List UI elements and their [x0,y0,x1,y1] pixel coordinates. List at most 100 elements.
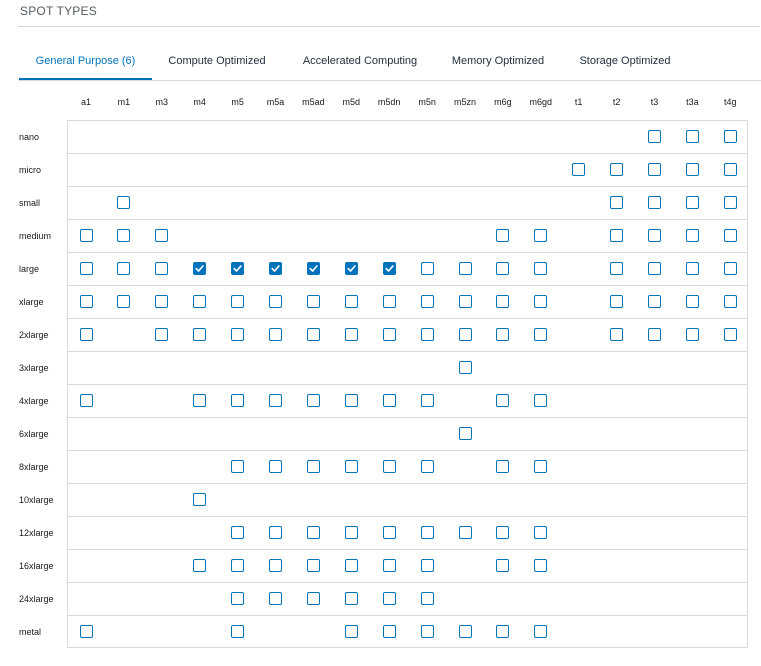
checkbox-m3-medium[interactable] [155,229,168,242]
checkbox-t3-2xlarge[interactable] [648,328,661,341]
checkbox-m5-2xlarge[interactable] [231,328,244,341]
checkbox-m5-24xlarge[interactable] [231,592,244,605]
checkbox-t3a-micro[interactable] [686,163,699,176]
checkbox-m5ad-16xlarge[interactable] [307,559,320,572]
checkbox-m5zn-3xlarge[interactable] [459,361,472,374]
checkbox-t3a-xlarge[interactable] [686,295,699,308]
checkbox-m5ad-xlarge[interactable] [307,295,320,308]
checkbox-m5-12xlarge[interactable] [231,526,244,539]
checkbox-m5n-8xlarge[interactable] [421,460,434,473]
checkbox-m5zn-large[interactable] [459,262,472,275]
checkbox-t4g-nano[interactable] [724,130,737,143]
checkbox-m5ad-12xlarge[interactable] [307,526,320,539]
checkbox-m6g-medium[interactable] [496,229,509,242]
checkbox-t4g-large[interactable] [724,262,737,275]
checkbox-m5d-16xlarge[interactable] [345,559,358,572]
checkbox-m5dn-16xlarge[interactable] [383,559,396,572]
checkbox-t3-nano[interactable] [648,130,661,143]
checkbox-m6gd-metal[interactable] [534,625,547,638]
checkbox-m5n-large[interactable] [421,262,434,275]
checkbox-m6gd-4xlarge[interactable] [534,394,547,407]
checkbox-m5d-2xlarge[interactable] [345,328,358,341]
checkbox-m4-10xlarge[interactable] [193,493,206,506]
checkbox-m5a-xlarge[interactable] [269,295,282,308]
checkbox-m5a-4xlarge[interactable] [269,394,282,407]
checkbox-m6gd-2xlarge[interactable] [534,328,547,341]
checkbox-m6g-xlarge[interactable] [496,295,509,308]
checkbox-m6gd-8xlarge[interactable] [534,460,547,473]
checkbox-t4g-medium[interactable] [724,229,737,242]
checkbox-m1-small[interactable] [117,196,130,209]
checkbox-m5dn-large[interactable] [383,262,396,275]
checkbox-m5a-24xlarge[interactable] [269,592,282,605]
checkbox-m5d-large[interactable] [345,262,358,275]
checkbox-m6g-4xlarge[interactable] [496,394,509,407]
checkbox-t2-2xlarge[interactable] [610,328,623,341]
checkbox-m5ad-large[interactable] [307,262,320,275]
checkbox-m5-4xlarge[interactable] [231,394,244,407]
checkbox-m6gd-medium[interactable] [534,229,547,242]
checkbox-m5d-4xlarge[interactable] [345,394,358,407]
checkbox-m5zn-2xlarge[interactable] [459,328,472,341]
checkbox-m5a-large[interactable] [269,262,282,275]
checkbox-m5n-metal[interactable] [421,625,434,638]
checkbox-m4-4xlarge[interactable] [193,394,206,407]
checkbox-m5dn-metal[interactable] [383,625,396,638]
checkbox-t3a-nano[interactable] [686,130,699,143]
checkbox-t4g-2xlarge[interactable] [724,328,737,341]
checkbox-m5dn-12xlarge[interactable] [383,526,396,539]
tab-memory-optimized[interactable]: Memory Optimized [444,48,552,79]
checkbox-t3-large[interactable] [648,262,661,275]
checkbox-a1-metal[interactable] [80,625,93,638]
checkbox-m5dn-4xlarge[interactable] [383,394,396,407]
tab-storage-optimized[interactable]: Storage Optimized [572,48,678,79]
checkbox-m5ad-24xlarge[interactable] [307,592,320,605]
checkbox-m5-large[interactable] [231,262,244,275]
checkbox-t1-micro[interactable] [572,163,585,176]
checkbox-a1-4xlarge[interactable] [80,394,93,407]
checkbox-m5dn-xlarge[interactable] [383,295,396,308]
checkbox-m4-xlarge[interactable] [193,295,206,308]
checkbox-m6gd-xlarge[interactable] [534,295,547,308]
checkbox-m5-xlarge[interactable] [231,295,244,308]
checkbox-m6gd-16xlarge[interactable] [534,559,547,572]
checkbox-m1-medium[interactable] [117,229,130,242]
checkbox-a1-2xlarge[interactable] [80,328,93,341]
checkbox-m5dn-8xlarge[interactable] [383,460,396,473]
checkbox-m6gd-large[interactable] [534,262,547,275]
checkbox-m1-xlarge[interactable] [117,295,130,308]
checkbox-m5ad-8xlarge[interactable] [307,460,320,473]
checkbox-m5n-16xlarge[interactable] [421,559,434,572]
checkbox-m5a-16xlarge[interactable] [269,559,282,572]
checkbox-m5n-4xlarge[interactable] [421,394,434,407]
checkbox-t2-large[interactable] [610,262,623,275]
checkbox-m6g-8xlarge[interactable] [496,460,509,473]
checkbox-m5d-12xlarge[interactable] [345,526,358,539]
checkbox-t3-medium[interactable] [648,229,661,242]
checkbox-m5d-24xlarge[interactable] [345,592,358,605]
checkbox-m5-8xlarge[interactable] [231,460,244,473]
checkbox-m3-2xlarge[interactable] [155,328,168,341]
checkbox-m5n-xlarge[interactable] [421,295,434,308]
checkbox-a1-large[interactable] [80,262,93,275]
checkbox-m5-metal[interactable] [231,625,244,638]
checkbox-m5dn-2xlarge[interactable] [383,328,396,341]
checkbox-m5ad-4xlarge[interactable] [307,394,320,407]
checkbox-m6gd-12xlarge[interactable] [534,526,547,539]
checkbox-m3-large[interactable] [155,262,168,275]
checkbox-t3-xlarge[interactable] [648,295,661,308]
checkbox-m5-16xlarge[interactable] [231,559,244,572]
checkbox-m5zn-xlarge[interactable] [459,295,472,308]
checkbox-m5d-8xlarge[interactable] [345,460,358,473]
checkbox-t3a-medium[interactable] [686,229,699,242]
checkbox-m4-large[interactable] [193,262,206,275]
checkbox-t4g-micro[interactable] [724,163,737,176]
checkbox-t3a-large[interactable] [686,262,699,275]
checkbox-m6g-metal[interactable] [496,625,509,638]
checkbox-m5n-2xlarge[interactable] [421,328,434,341]
checkbox-m6g-12xlarge[interactable] [496,526,509,539]
tab-compute-optimized[interactable]: Compute Optimized [162,48,272,79]
checkbox-m5dn-24xlarge[interactable] [383,592,396,605]
checkbox-m5zn-metal[interactable] [459,625,472,638]
checkbox-t2-small[interactable] [610,196,623,209]
